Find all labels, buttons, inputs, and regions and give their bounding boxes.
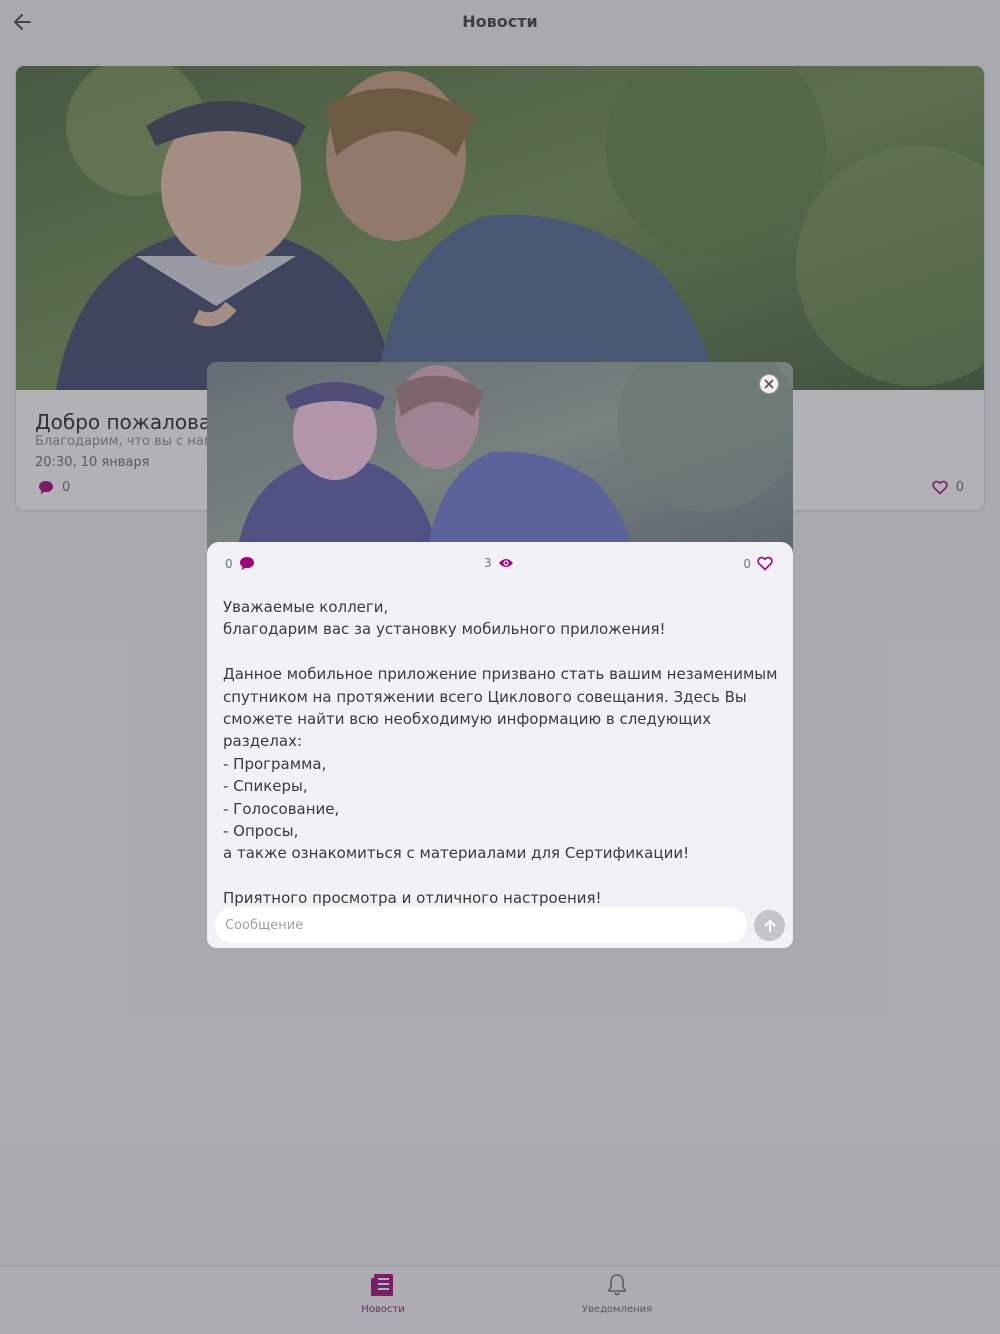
close-icon xyxy=(764,379,774,389)
comment-icon xyxy=(239,557,254,570)
news-detail-modal: 0 3 0 Уважаемые коллеги, благодарим вас … xyxy=(207,362,793,948)
detail-views-counter: 3 xyxy=(484,556,514,570)
detail-likes-counter[interactable]: 0 xyxy=(743,556,773,571)
detail-comments-count: 0 xyxy=(225,556,233,571)
detail-likes-count: 0 xyxy=(743,556,751,571)
detail-views-count: 3 xyxy=(484,556,492,570)
detail-comments-counter[interactable]: 0 xyxy=(225,556,255,571)
news-detail-sheet: 0 3 0 Уважаемые коллеги, благодарим вас … xyxy=(207,542,793,948)
eye-icon xyxy=(498,559,513,567)
heart-icon xyxy=(757,556,773,571)
close-button[interactable] xyxy=(759,374,779,394)
send-button[interactable] xyxy=(754,910,785,941)
arrow-up-icon xyxy=(764,919,775,932)
news-detail-image xyxy=(207,362,793,554)
message-input[interactable] xyxy=(215,907,747,943)
news-body-text: Уважаемые коллеги, благодарим вас за уст… xyxy=(223,598,778,908)
